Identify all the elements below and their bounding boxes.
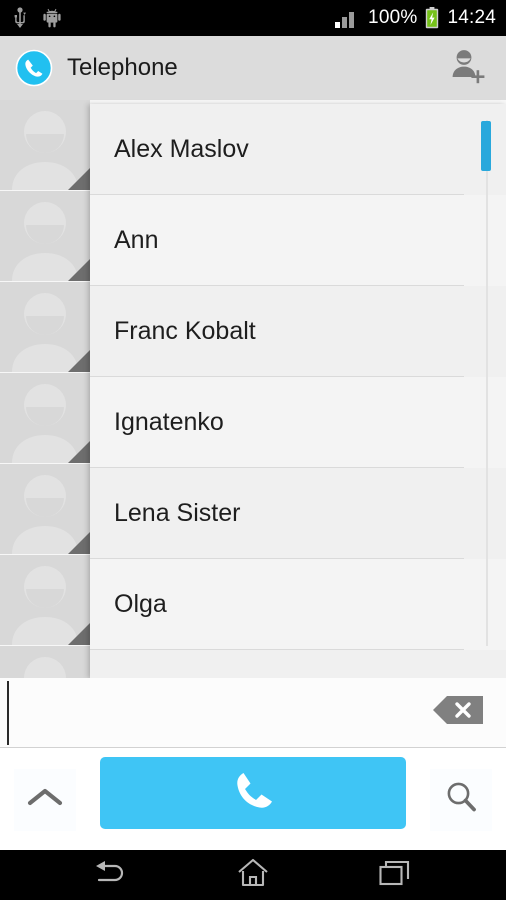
contact-name: Lena Sister — [114, 499, 241, 527]
status-bar: 100% 14:24 — [0, 0, 506, 36]
android-debug-icon — [42, 7, 62, 29]
recent-apps-icon — [379, 859, 411, 892]
phone-circle-icon — [15, 49, 53, 87]
back-arrow-icon — [93, 859, 129, 892]
backspace-delete-button[interactable] — [430, 696, 486, 730]
nav-home-button[interactable] — [217, 853, 289, 897]
chevron-up-icon — [26, 784, 64, 815]
contact-name: Franc Kobalt — [114, 317, 256, 345]
battery-charging-icon — [425, 7, 439, 29]
dropdown-scrollbar-thumb[interactable] — [481, 121, 491, 171]
contact-name: Ignatenko — [114, 408, 224, 436]
dropdown-item-1[interactable]: Ann — [90, 195, 506, 286]
usb-icon — [12, 7, 28, 29]
default-avatar-icon — [0, 282, 90, 372]
home-icon — [237, 858, 269, 893]
dropdown-scrollbar-track — [486, 120, 488, 646]
expand-keypad-button[interactable] — [14, 768, 76, 831]
dropdown-item-0[interactable]: Alex Maslov — [90, 104, 506, 195]
default-avatar-icon — [0, 646, 90, 678]
nav-back-button[interactable] — [75, 853, 147, 897]
dropdown-item-2[interactable]: Franc Kobalt — [90, 286, 506, 377]
default-avatar-icon — [0, 100, 90, 190]
status-bar-clock: 14:24 — [447, 7, 496, 28]
avatar-corner-flag — [68, 350, 90, 372]
dropdown-item-6[interactable] — [90, 650, 506, 678]
default-avatar-icon — [0, 191, 90, 281]
phone-screen: 100% 14:24 Telephone Alex Maslov Ann Fra… — [0, 0, 506, 900]
search-button[interactable] — [430, 768, 492, 831]
avatar-corner-flag — [68, 441, 90, 463]
contact-suggestion-dropdown[interactable]: Alex Maslov Ann Franc Kobalt Ignatenko L… — [90, 104, 506, 678]
avatar-corner-flag — [68, 623, 90, 645]
contact-name: Olga — [114, 590, 167, 618]
dropdown-item-5[interactable]: Olga — [90, 559, 506, 650]
add-contact-icon — [447, 46, 487, 91]
dropdown-item-4[interactable]: Lena Sister — [90, 468, 506, 559]
avatar-corner-flag — [68, 532, 90, 554]
dropdown-item-3[interactable]: Ignatenko — [90, 377, 506, 468]
contact-name: Ann — [114, 226, 159, 254]
signal-bars-icon — [335, 8, 360, 28]
dial-input-row — [0, 678, 506, 748]
default-avatar-icon — [0, 555, 90, 645]
phone-handset-icon — [227, 766, 279, 821]
call-button[interactable] — [100, 757, 406, 829]
dial-number-input[interactable] — [7, 680, 430, 745]
contact-name: Alex Maslov — [114, 135, 249, 163]
status-bar-right-icons: 100% 14:24 — [335, 7, 496, 29]
search-icon — [444, 780, 478, 819]
avatar-corner-flag — [68, 259, 90, 281]
avatar-corner-flag — [68, 168, 90, 190]
default-avatar-icon — [0, 373, 90, 463]
page-title: Telephone — [67, 54, 178, 81]
app-header: Telephone — [0, 36, 506, 100]
backspace-delete-icon — [431, 694, 485, 731]
status-bar-left-icons — [12, 7, 62, 29]
default-avatar-icon — [0, 464, 90, 554]
nav-recents-button[interactable] — [359, 853, 431, 897]
android-nav-bar — [0, 850, 506, 900]
battery-percent-label: 100% — [368, 7, 418, 28]
add-contact-button[interactable] — [444, 45, 490, 91]
